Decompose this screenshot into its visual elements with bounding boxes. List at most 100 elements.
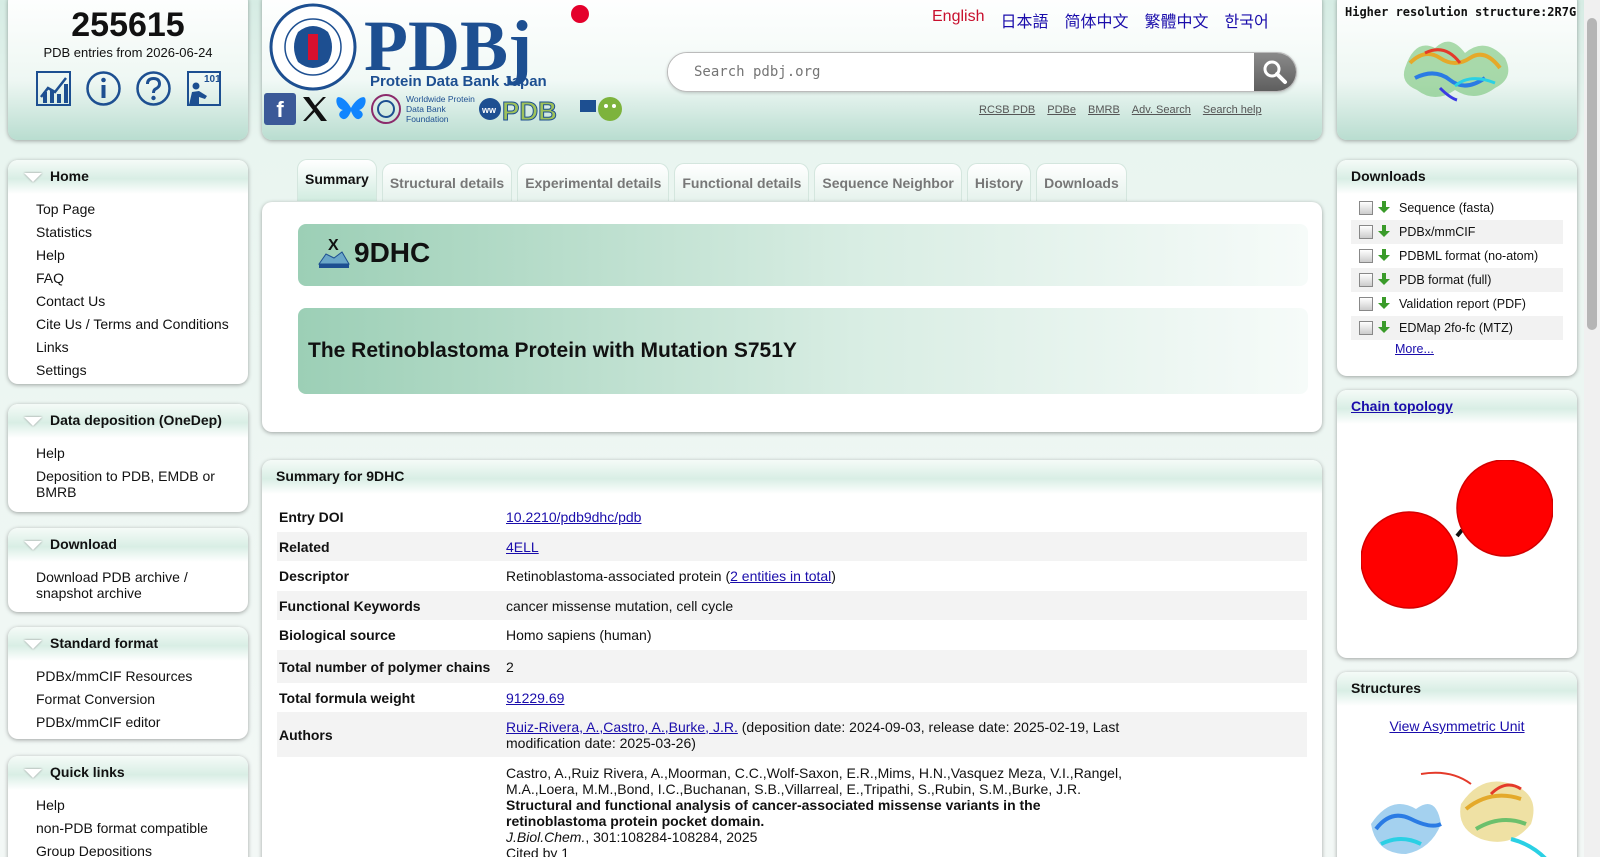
structures-title: Structures <box>1337 672 1577 706</box>
download-icon[interactable] <box>1377 320 1391 337</box>
tab-functional-details[interactable]: Functional details <box>674 163 810 201</box>
lang-english[interactable]: English <box>932 8 984 32</box>
sidebar-item-deposition[interactable]: Deposition to PDB, EMDB or BMRB <box>36 465 248 503</box>
entities-link[interactable]: 2 entities in total <box>730 568 831 584</box>
citation-authors: Castro, A.,Ruiz Rivera, A.,Moorman, C.C.… <box>506 765 1122 797</box>
sidebar-item-non-pdb[interactable]: non-PDB format compatible <box>36 817 248 840</box>
download-row-fasta[interactable]: Sequence (fasta) <box>1351 196 1563 220</box>
chain-topology-link[interactable]: Chain topology <box>1351 398 1453 414</box>
summary-panel: Summary for 9DHC Entry DOI 10.2210/pdb9d… <box>262 460 1322 857</box>
download-row-mmcif[interactable]: PDBx/mmCIF <box>1351 220 1563 244</box>
sidebar-item-top-page[interactable]: Top Page <box>36 198 248 221</box>
sidebar-item-quick-help[interactable]: Help <box>36 794 248 817</box>
preview-icon[interactable] <box>1359 225 1373 239</box>
sidebar-download-title[interactable]: Download <box>8 528 248 562</box>
pdb101-icon[interactable]: 101 <box>185 70 222 107</box>
summary-heading: Summary for 9DHC <box>262 460 1322 494</box>
higher-resolution-image[interactable] <box>1395 28 1517 107</box>
download-label: PDBML format (no-atom) <box>1399 249 1539 263</box>
link-adv-search[interactable]: Adv. Search <box>1132 104 1191 116</box>
lang-korean[interactable]: 한국어 <box>1225 8 1269 32</box>
sidebar-item-settings[interactable]: Settings <box>36 359 248 382</box>
sidebar-standard-title[interactable]: Standard format <box>8 627 248 661</box>
sidebar-item-help[interactable]: Help <box>36 244 248 267</box>
citation-journal: J.Biol.Chem. <box>506 829 586 845</box>
page-scrollbar[interactable] <box>1584 0 1600 857</box>
sidebar-item-links[interactable]: Links <box>36 336 248 359</box>
help-icon[interactable] <box>135 70 172 107</box>
table-row: Entry DOI 10.2210/pdb9dhc/pdb <box>277 502 1307 532</box>
tab-downloads[interactable]: Downloads <box>1036 163 1127 201</box>
download-icon[interactable] <box>1377 224 1391 241</box>
pdbj-logo[interactable]: PDBj Protein Data Bank Japan <box>268 2 628 95</box>
higher-resolution-title[interactable]: Higher resolution structure:2R7G <box>1345 5 1577 19</box>
download-icon[interactable] <box>1377 272 1391 289</box>
download-row-pdbml[interactable]: PDBML format (no-atom) <box>1351 244 1563 268</box>
table-row: Castro, A.,Ruiz Rivera, A.,Moorman, C.C.… <box>277 757 1307 857</box>
tab-history[interactable]: History <box>966 163 1032 201</box>
sidebar-item-group-depositions[interactable]: Group Depositions <box>36 840 248 857</box>
download-icon[interactable] <box>1377 200 1391 217</box>
wwpdb-foundation-logo[interactable]: Worldwide Protein Data Bank Foundation <box>370 93 476 125</box>
chain-topology-graph[interactable] <box>1360 459 1554 615</box>
downloads-more-link[interactable]: More... <box>1395 342 1434 356</box>
sidebar-item-cite-us[interactable]: Cite Us / Terms and Conditions <box>36 313 248 336</box>
table-row: Functional Keywords cancer missense muta… <box>277 591 1307 620</box>
preview-icon[interactable] <box>1359 249 1373 263</box>
citation-journal-line: J.Biol.Chem., 301:108284-108284, 2025 <box>506 829 1127 845</box>
x-icon[interactable] <box>298 92 332 126</box>
doi-link[interactable]: 10.2210/pdb9dhc/pdb <box>506 509 641 525</box>
structure-image[interactable] <box>1361 764 1561 857</box>
tab-sequence-neighbor[interactable]: Sequence Neighbor <box>814 163 962 201</box>
sidebar-item-format-conversion[interactable]: Format Conversion <box>36 688 248 711</box>
table-row: Biological source Homo sapiens (human) <box>277 620 1307 650</box>
sidebar-quick-title[interactable]: Quick links <box>8 756 248 790</box>
sidebar-home-title[interactable]: Home <box>8 160 248 194</box>
sidebar-item-deposition-help[interactable]: Help <box>36 442 248 465</box>
lang-traditional-chinese[interactable]: 繁體中文 <box>1145 8 1209 32</box>
downloads-title: Downloads <box>1337 160 1577 194</box>
preview-icon[interactable] <box>1359 201 1373 215</box>
sidebar-item-faq[interactable]: FAQ <box>36 267 248 290</box>
download-row-edmap[interactable]: EDMap 2fo-fc (MTZ) <box>1351 316 1563 340</box>
preview-icon[interactable] <box>1359 297 1373 311</box>
search-input[interactable] <box>668 53 1256 91</box>
authors-link[interactable]: Ruiz-Rivera, A.,Castro, A.,Burke, J.R. <box>506 719 738 735</box>
descriptor-close: ) <box>831 568 836 584</box>
link-bmrb[interactable]: BMRB <box>1088 104 1120 116</box>
tab-experimental-details[interactable]: Experimental details <box>517 163 670 201</box>
download-row-pdb-format[interactable]: PDB format (full) <box>1351 268 1563 292</box>
wwpdb-logo[interactable]: ww PDB <box>478 92 628 126</box>
tab-structural-details[interactable]: Structural details <box>381 163 513 201</box>
tab-summary[interactable]: Summary <box>297 159 377 201</box>
view-asymmetric-unit-link[interactable]: View Asymmetric Unit <box>1389 718 1524 734</box>
download-icon[interactable] <box>1377 296 1391 313</box>
facebook-icon[interactable]: f <box>264 93 296 125</box>
statistics-icon[interactable] <box>35 70 72 107</box>
bluesky-icon[interactable] <box>334 92 368 126</box>
sidebar-quick-links: Quick links Help non-PDB format compatib… <box>8 756 248 857</box>
sidebar-item-mmcif-editor[interactable]: PDBx/mmCIF editor <box>36 711 248 734</box>
table-row: Related 4ELL <box>277 532 1307 561</box>
search-button[interactable] <box>1254 53 1296 91</box>
scrollbar-thumb[interactable] <box>1587 18 1597 330</box>
lang-simplified-chinese[interactable]: 简体中文 <box>1065 8 1129 32</box>
info-icon[interactable] <box>85 70 122 107</box>
related-link[interactable]: 4ELL <box>506 539 539 555</box>
sidebar-item-download-archive[interactable]: Download PDB archive / snapshot archive <box>36 566 248 604</box>
link-rcsb[interactable]: RCSB PDB <box>979 104 1035 116</box>
link-pdbe[interactable]: PDBe <box>1047 104 1076 116</box>
preview-icon[interactable] <box>1359 321 1373 335</box>
sidebar-item-contact[interactable]: Contact Us <box>36 290 248 313</box>
link-search-help[interactable]: Search help <box>1203 104 1262 116</box>
lang-japanese[interactable]: 日本語 <box>1000 8 1048 32</box>
weight-link[interactable]: 91229.69 <box>506 690 564 706</box>
descriptor-label: Descriptor <box>279 568 350 584</box>
sidebar-deposition-title[interactable]: Data deposition (OneDep) <box>8 404 248 438</box>
download-row-validation[interactable]: Validation report (PDF) <box>1351 292 1563 316</box>
download-icon[interactable] <box>1377 248 1391 265</box>
sidebar-item-statistics[interactable]: Statistics <box>36 221 248 244</box>
entry-id: 9DHC <box>354 237 431 268</box>
sidebar-item-mmcif-resources[interactable]: PDBx/mmCIF Resources <box>36 665 248 688</box>
preview-icon[interactable] <box>1359 273 1373 287</box>
